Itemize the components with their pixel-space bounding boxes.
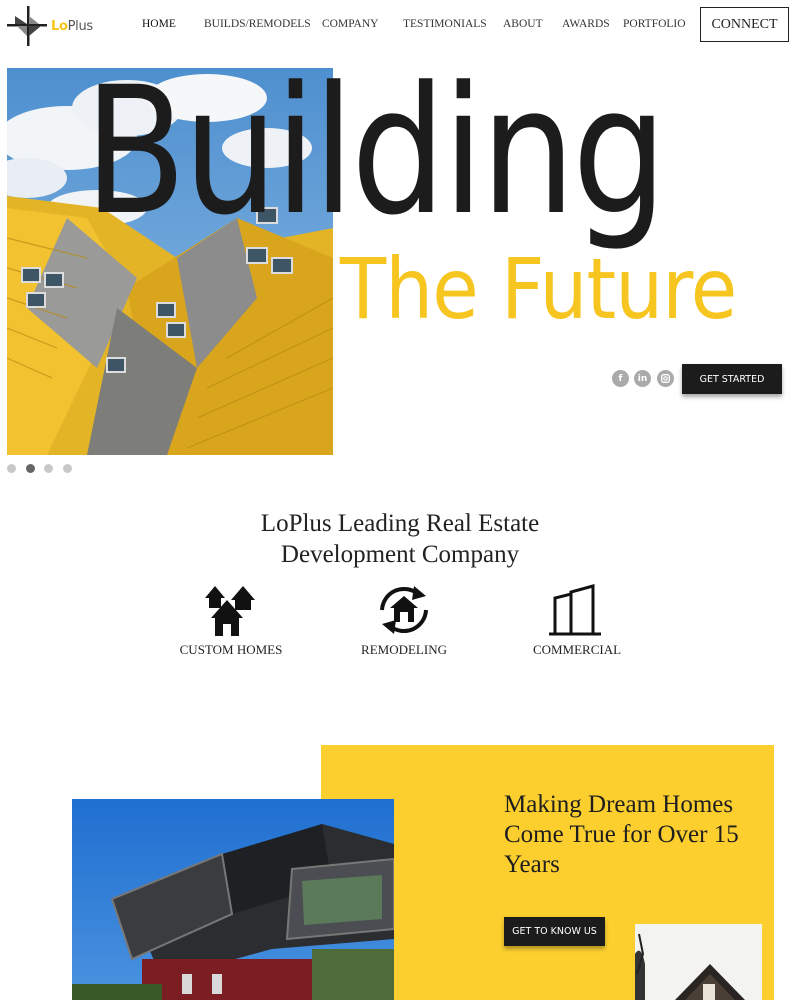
- nav-item-company[interactable]: COMPANY: [322, 18, 378, 30]
- get-to-know-us-button[interactable]: GET TO KNOW US: [504, 917, 605, 946]
- hero-subtitle: The Future: [340, 240, 737, 338]
- nav-item-testimonials[interactable]: TESTIMONIALS: [403, 18, 487, 30]
- service-label-commercial: COMMERCIAL: [532, 642, 622, 657]
- instagram-glyph-icon: [661, 374, 670, 383]
- service-label-remodeling: REMODELING: [361, 642, 447, 657]
- slide-dot-2[interactable]: [26, 464, 35, 473]
- get-started-button[interactable]: GET STARTED: [682, 364, 782, 394]
- building-icon: [549, 584, 601, 636]
- nav-item-home[interactable]: HOME: [142, 18, 176, 30]
- slide-dot-3[interactable]: [44, 464, 53, 473]
- intro-heading: LoPlus Leading Real Estate Development C…: [0, 508, 800, 570]
- nav-item-portfolio[interactable]: PORTFOLIO: [623, 18, 686, 30]
- logo[interactable]: LoPlus: [7, 4, 97, 48]
- service-label-custom-homes: CUSTOM HOMES: [179, 642, 283, 657]
- service-custom-homes[interactable]: CUSTOM HOMES: [161, 584, 301, 658]
- intro-heading-line2: Development Company: [280, 541, 520, 568]
- remodel-cycle-icon: [380, 586, 428, 634]
- service-commercial[interactable]: COMMERCIAL: [507, 584, 647, 658]
- logo-text: LoPlus: [51, 19, 93, 34]
- service-remodeling[interactable]: REMODELING: [334, 584, 474, 658]
- logo-text-prefix: Lo: [51, 19, 68, 34]
- instagram-icon[interactable]: [657, 370, 674, 387]
- connect-button[interactable]: CONNECT: [700, 7, 789, 42]
- intro-heading-line1: LoPlus Leading Real Estate: [260, 510, 540, 537]
- slide-dot-4[interactable]: [63, 464, 72, 473]
- nav-item-about[interactable]: ABOUT: [503, 18, 543, 30]
- logo-text-suffix: Plus: [67, 19, 94, 34]
- logo-mark-icon: [7, 6, 47, 46]
- linkedin-icon[interactable]: in: [634, 370, 651, 387]
- gabled-house-illustration: [635, 924, 762, 1000]
- modern-house-illustration: [72, 799, 394, 1000]
- slide-dot-1[interactable]: [7, 464, 16, 473]
- gabled-house-image: [635, 924, 762, 1000]
- facebook-icon[interactable]: f: [612, 370, 629, 387]
- modern-house-image: [72, 799, 394, 1000]
- houses-icon: [205, 586, 255, 636]
- nav-item-awards[interactable]: AWARDS: [562, 18, 610, 30]
- nav-item-builds-remodels[interactable]: BUILDS/REMODELS: [204, 18, 311, 30]
- hero-title: Building: [84, 49, 667, 254]
- dream-heading: Making Dream Homes Come True for Over 15…: [504, 791, 739, 878]
